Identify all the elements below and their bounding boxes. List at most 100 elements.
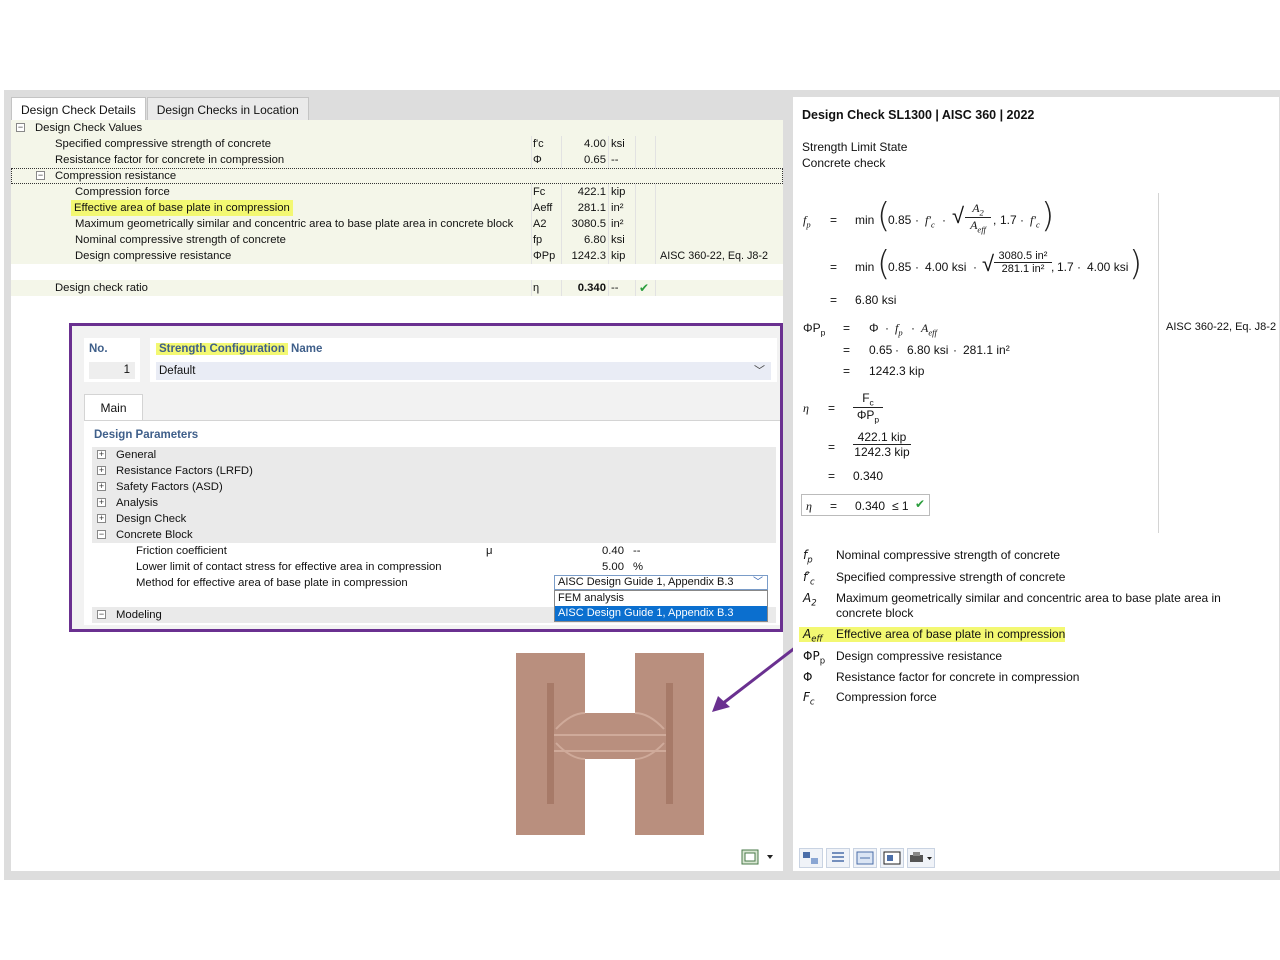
dot-operator: ·: [911, 321, 915, 335]
units-toggle-button[interactable]: [799, 848, 823, 868]
min-label: min: [855, 213, 875, 227]
param-group-general[interactable]: + General: [92, 447, 776, 463]
param-value[interactable]: 5.00: [552, 559, 624, 575]
equals: =: [828, 469, 836, 483]
tab-bar: Design Check Details Design Checks in Lo…: [11, 97, 783, 120]
formula-view-button[interactable]: [853, 848, 877, 868]
group-label: Modeling: [116, 609, 162, 621]
row-symbol: A2: [533, 218, 547, 230]
row-value: 3080.5: [571, 218, 606, 230]
sqrt-icon: √: [952, 203, 965, 228]
aeff-value: 281.1 in²: [963, 343, 1010, 357]
param-row-friction: Friction coefficient μ 0.40 --: [92, 543, 776, 559]
param-label: Friction coefficient: [136, 545, 227, 557]
equals: =: [830, 260, 838, 274]
row-value: 281.1: [577, 202, 606, 214]
limit-state-label: Strength Limit State: [802, 140, 908, 154]
tab-design-check-details[interactable]: Design Check Details: [11, 97, 146, 120]
print-button[interactable]: [907, 848, 935, 868]
area-ratio-fraction: 3080.5 in² 281.1 in²: [994, 250, 1052, 275]
expand-icon[interactable]: +: [97, 482, 106, 491]
dot-operator: ·: [973, 260, 977, 274]
equals: =: [830, 293, 838, 307]
collapse-icon[interactable]: −: [97, 530, 106, 539]
number-label: No.: [89, 343, 108, 355]
method-options-list: FEM analysis AISC Design Guide 1, Append…: [554, 590, 768, 622]
list-formula-button[interactable]: [826, 848, 850, 868]
collapse-icon[interactable]: −: [16, 123, 25, 132]
param-unit: --: [633, 545, 641, 557]
phi-pp-symbol: ΦPp: [803, 321, 826, 338]
row-unit: kip: [611, 186, 626, 198]
design-check-formula-panel: Design Check SL1300 | AISC 360 | 2022 St…: [793, 97, 1279, 871]
option-fem-analysis[interactable]: FEM analysis: [555, 591, 767, 606]
aeff-value: 281.1 in²: [1001, 263, 1045, 275]
design-check-tree: − Design Check Values Specified compress…: [11, 120, 783, 296]
strength-configuration-panel: No. 1 Strength Configuration Name Defaul…: [69, 323, 783, 632]
comma: ,: [1051, 260, 1055, 274]
tab-design-checks-in-location[interactable]: Design Checks in Location: [146, 97, 309, 120]
row-unit: in²: [611, 202, 624, 214]
divider: [1158, 193, 1159, 533]
config-name-select[interactable]: Default ﹀: [156, 362, 771, 380]
param-group-design-check[interactable]: + Design Check: [92, 511, 776, 527]
method-select[interactable]: AISC Design Guide 1, Appendix B.3 ﹀: [554, 575, 768, 590]
equals: =: [830, 499, 838, 513]
tree-root[interactable]: − Design Check Values: [11, 120, 783, 136]
row-unit: --: [611, 154, 619, 166]
param-group-safety-factors[interactable]: + Safety Factors (ASD): [92, 479, 776, 495]
config-number-box: No. 1: [84, 338, 140, 382]
legend-desc: Compression force: [836, 690, 937, 704]
config-name-value: Default: [159, 365, 196, 377]
param-group-concrete-block[interactable]: − Concrete Block: [92, 527, 776, 543]
dot-operator: ·: [942, 213, 946, 227]
legend-item-highlighted: Aeff Effective area of base plate in com…: [799, 627, 1065, 644]
fc-value: 4.00 ksi: [1087, 260, 1129, 274]
table-row: Compression force Fc 422.1 kip: [11, 184, 783, 200]
expand-icon[interactable]: +: [97, 450, 106, 459]
fp-value: 6.80 ksi: [907, 343, 949, 357]
root-label: Design Check Values: [35, 122, 143, 134]
comma: ,: [993, 213, 997, 227]
config-name-label-rest: Name: [287, 343, 323, 355]
number-field[interactable]: 1: [89, 362, 135, 379]
param-symbol: μ: [486, 545, 493, 557]
param-group-resistance-factors[interactable]: + Resistance Factors (LRFD): [92, 463, 776, 479]
export-button[interactable]: [741, 848, 777, 866]
a2-aeff-fraction: A2 Aeff: [965, 201, 991, 235]
legend-symbol: A2: [803, 591, 817, 609]
row-unit: ksi: [611, 234, 625, 246]
param-label: Method for effective area of base plate …: [136, 577, 408, 589]
eta-result: 0.340: [853, 469, 884, 483]
coefficient: 1.7: [1000, 213, 1017, 227]
group-label: Concrete Block: [116, 529, 193, 541]
equals: =: [828, 440, 836, 454]
pp-reference: AISC 360-22, Eq. J8-2: [1166, 321, 1277, 333]
equals: =: [843, 364, 851, 378]
equals: =: [843, 321, 851, 335]
collapse-icon[interactable]: −: [36, 171, 45, 180]
row-value: 6.80: [584, 234, 606, 246]
group-compression-resistance[interactable]: − Compression resistance: [11, 168, 783, 184]
row-label: Design check ratio: [55, 282, 148, 294]
row-symbol: η: [533, 282, 540, 294]
param-value[interactable]: 0.40: [552, 543, 624, 559]
row-value: 0.65: [584, 154, 606, 166]
param-group-analysis[interactable]: + Analysis: [92, 495, 776, 511]
coefficient: 1.7: [1057, 260, 1074, 274]
row-label: Maximum geometrically similar and concen…: [75, 218, 514, 230]
ratio-row: Design check ratio η 0.340 -- ✔: [11, 280, 783, 296]
expand-icon[interactable]: +: [97, 514, 106, 523]
expand-icon[interactable]: +: [97, 466, 106, 475]
row-label-highlighted: Effective area of base plate in compress…: [71, 200, 293, 216]
compact-view-button[interactable]: [880, 848, 904, 868]
option-aisc-design-guide[interactable]: AISC Design Guide 1, Appendix B.3: [555, 606, 767, 621]
fc-force-value: 422.1 kip: [853, 430, 911, 445]
row-unit: kip: [611, 250, 626, 262]
expand-icon[interactable]: +: [97, 498, 106, 507]
config-name-box: Strength Configuration Name Default ﹀: [150, 338, 777, 382]
tab-main[interactable]: Main: [84, 394, 143, 421]
fp-symbol: fp: [895, 321, 903, 338]
config-name-label: Strength Configuration Name: [156, 343, 322, 355]
collapse-icon[interactable]: −: [97, 610, 106, 619]
